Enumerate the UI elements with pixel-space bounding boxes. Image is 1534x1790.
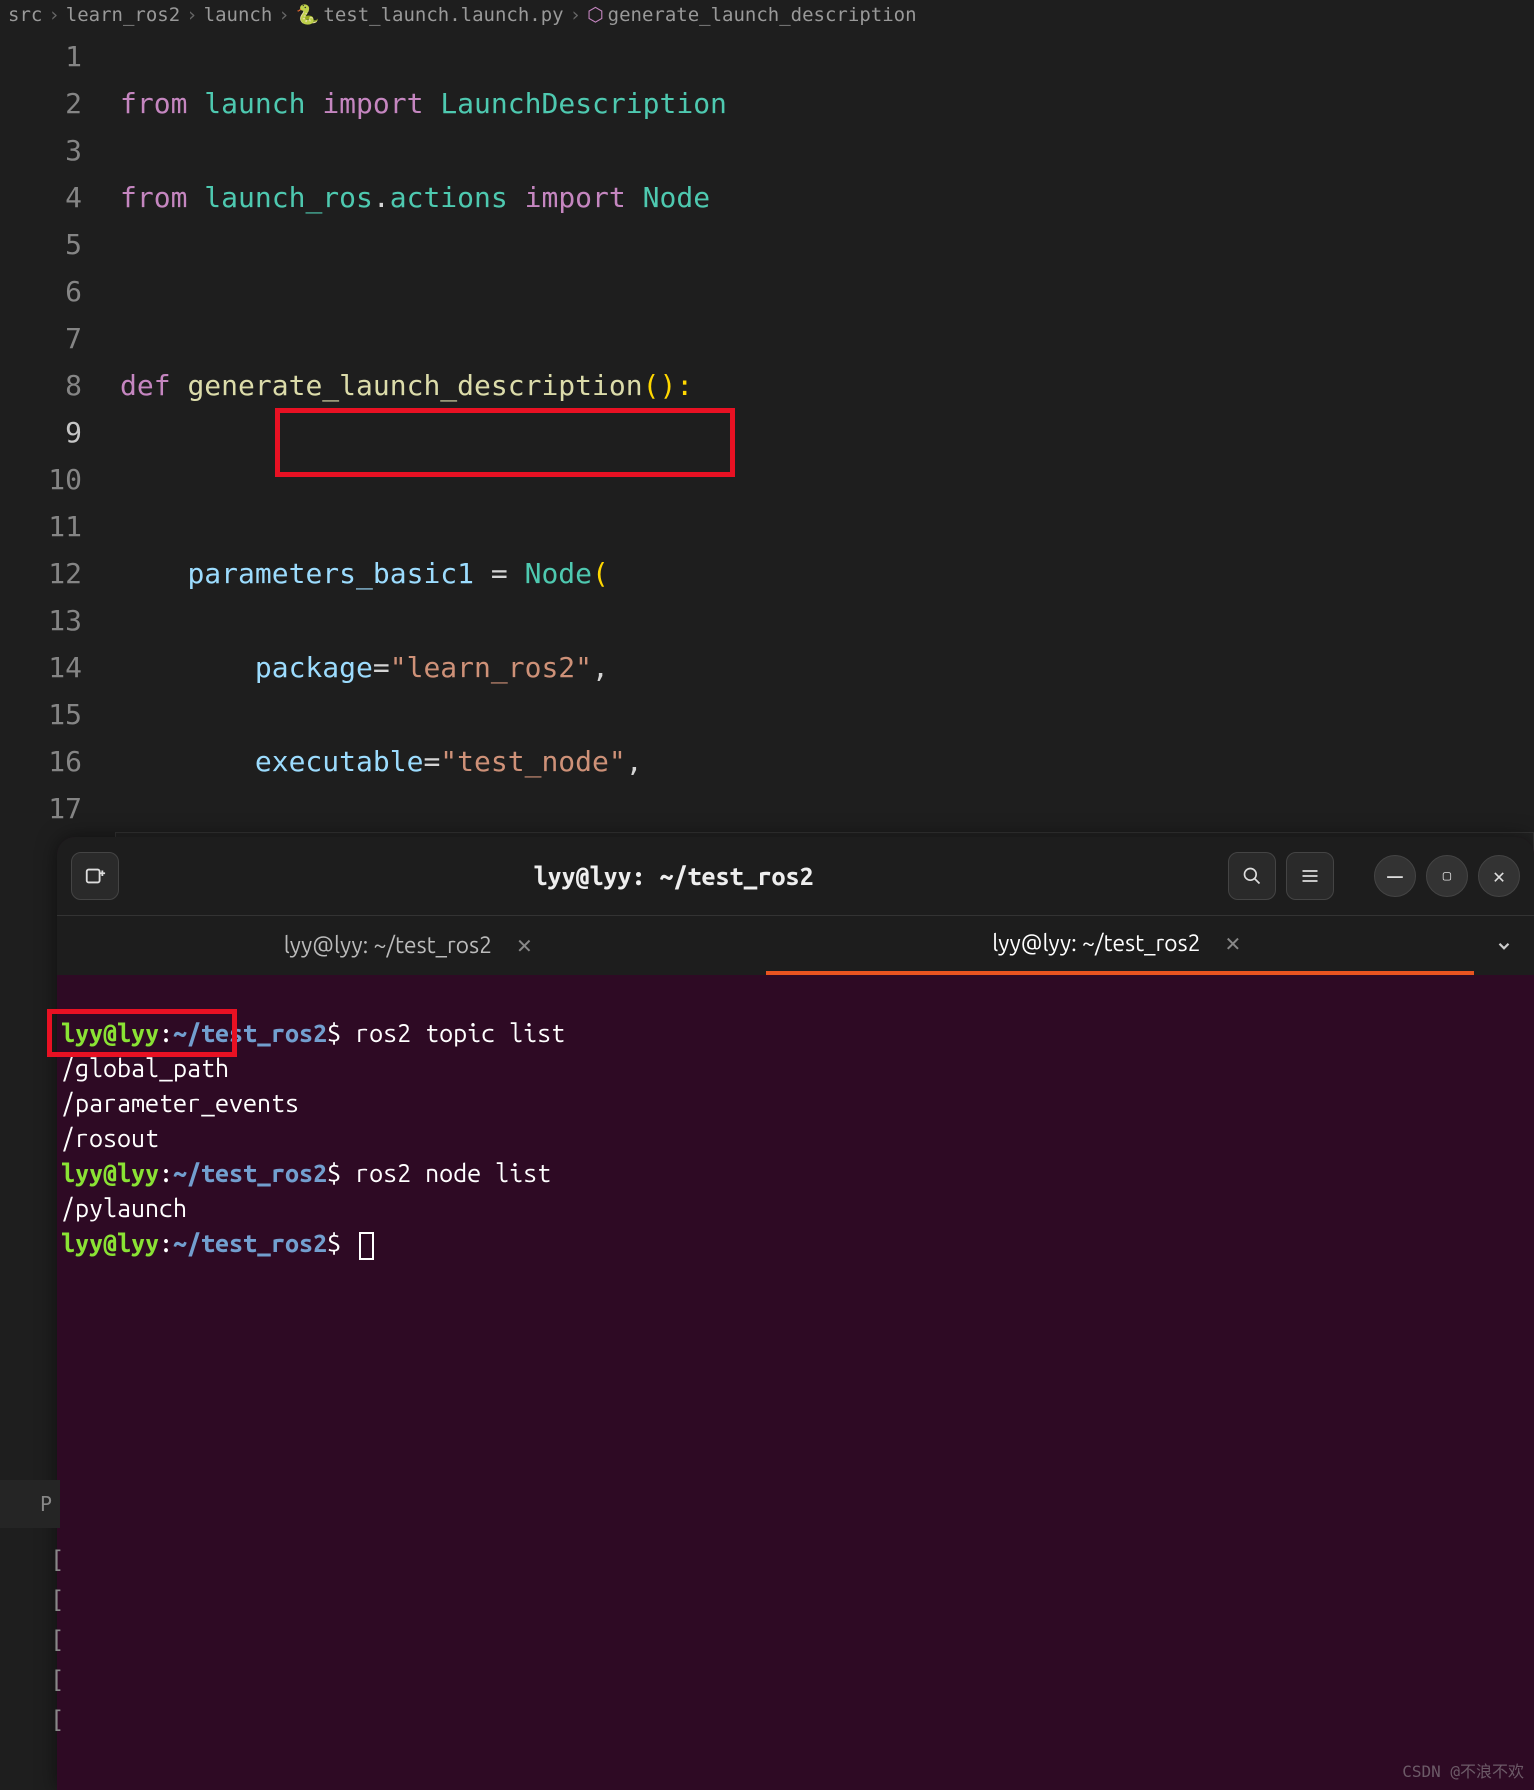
line-number: 9 (0, 409, 82, 456)
bottom-panel-tab[interactable]: P (0, 1480, 60, 1528)
line-number: 10 (0, 456, 82, 503)
terminal-titlebar: lyy@lyy: ~/test_ros2 – ▢ ✕ (57, 837, 1534, 915)
terminal-window: lyy@lyy: ~/test_ros2 – ▢ ✕ lyy@lyy: ~/te… (57, 837, 1534, 1790)
line-number: 4 (0, 174, 82, 221)
line-number: 2 (0, 80, 82, 127)
terminal-tab[interactable]: lyy@lyy: ~/test_ros2 ✕ (57, 916, 766, 975)
line-number: 15 (0, 691, 82, 738)
terminal-tab-label: lyy@lyy: ~/test_ros2 (284, 933, 492, 958)
line-number: 7 (0, 315, 82, 362)
chevron-right-icon: › (278, 4, 289, 26)
search-button[interactable] (1228, 852, 1276, 900)
chevron-right-icon: › (48, 4, 59, 26)
terminal-tabs: lyy@lyy: ~/test_ros2 ✕ lyy@lyy: ~/test_r… (57, 915, 1534, 975)
watermark: CSDN @不浪不欢 (1402, 1758, 1524, 1782)
new-tab-button[interactable] (71, 852, 119, 900)
line-number: 6 (0, 268, 82, 315)
breadcrumb-item[interactable]: generate_launch_description (608, 4, 917, 26)
line-number: 14 (0, 644, 82, 691)
chevron-right-icon: › (186, 4, 197, 26)
line-number: 12 (0, 550, 82, 597)
breadcrumb-item[interactable]: test_launch.launch.py (323, 4, 563, 26)
terminal-tab[interactable]: lyy@lyy: ~/test_ros2 ✕ (766, 916, 1475, 975)
breadcrumb-item[interactable]: learn_ros2 (66, 4, 180, 26)
terminal-body[interactable]: lyy@lyy:~/test_ros2$ ros2 topic list /gl… (57, 975, 1534, 1790)
code-editor[interactable]: src › learn_ros2 › launch › 🐍 test_launc… (0, 0, 1534, 830)
background-brackets: [ [ [ [ [ (50, 1540, 64, 1740)
line-number: 1 (0, 33, 82, 80)
breadcrumb[interactable]: src › learn_ros2 › launch › 🐍 test_launc… (0, 0, 1534, 29)
breadcrumb-item[interactable]: launch (204, 4, 273, 26)
maximize-button[interactable]: ▢ (1426, 855, 1468, 897)
close-button[interactable]: ✕ (1478, 855, 1520, 897)
breadcrumb-item[interactable]: src (8, 4, 42, 26)
line-number: 5 (0, 221, 82, 268)
symbol-function-icon: ⬡ (587, 4, 604, 26)
minimize-button[interactable]: – (1374, 855, 1416, 897)
close-icon[interactable]: ✕ (1219, 932, 1248, 956)
close-icon[interactable]: ✕ (510, 934, 539, 958)
terminal-tab-label: lyy@lyy: ~/test_ros2 (992, 931, 1200, 956)
line-number: 13 (0, 597, 82, 644)
line-number: 3 (0, 127, 82, 174)
panel-tab-label: P (40, 1492, 52, 1516)
cursor (359, 1232, 374, 1260)
chevron-right-icon: › (570, 4, 581, 26)
tabs-dropdown-button[interactable] (1474, 916, 1534, 975)
line-number: 11 (0, 503, 82, 550)
terminal-title: lyy@lyy: ~/test_ros2 (129, 862, 1218, 890)
line-number: 16 (0, 738, 82, 785)
line-number: 8 (0, 362, 82, 409)
line-number: 17 (0, 785, 82, 832)
menu-button[interactable] (1286, 852, 1334, 900)
python-file-icon: 🐍 (296, 3, 320, 26)
